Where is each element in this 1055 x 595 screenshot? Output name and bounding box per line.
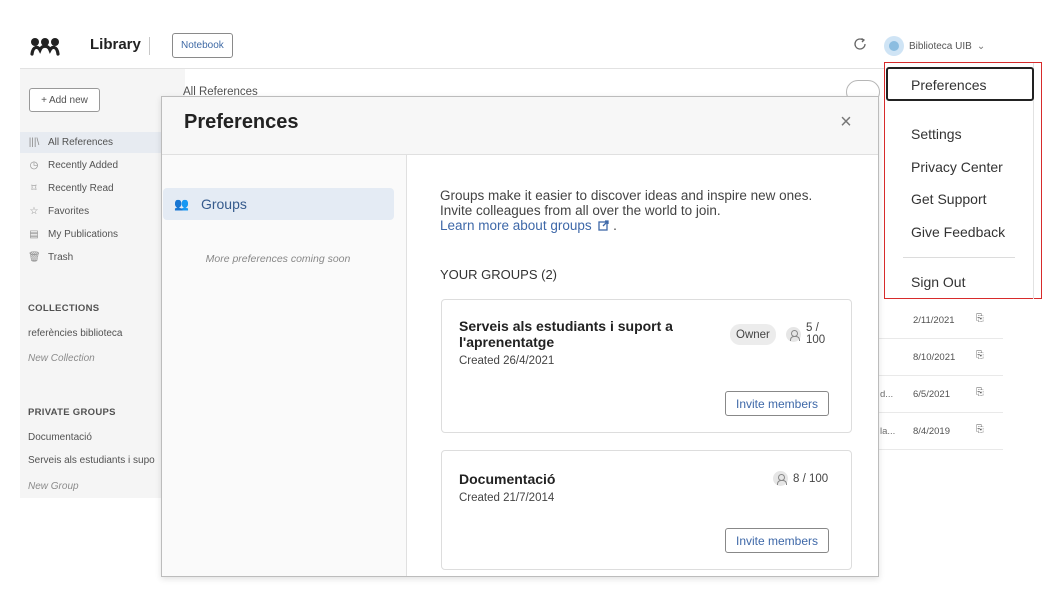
member-count: 8 / 100 xyxy=(773,471,828,486)
dialog-header: Preferences × xyxy=(162,97,878,155)
intro-line: Invite colleagues from all over the worl… xyxy=(440,203,721,218)
menu-divider xyxy=(903,257,1015,258)
tab-label: Groups xyxy=(200,196,247,212)
top-bar: Library Notebook Biblioteca UIB ⌄ xyxy=(20,23,1003,69)
dialog-title: Preferences xyxy=(184,111,299,133)
member-count-value: 8 / 100 xyxy=(793,472,829,485)
period: . xyxy=(613,218,617,233)
menu-item-give-feedback[interactable]: Give Feedback xyxy=(911,224,1005,240)
learn-more-link[interactable]: Learn more about groups xyxy=(440,218,592,233)
group-name: Serveis als estudiants i suport a l'apre… xyxy=(459,318,673,350)
group-created: Created 21/7/2014 xyxy=(459,492,555,504)
users-icon: 👥 xyxy=(174,197,189,211)
external-link-icon[interactable] xyxy=(598,220,610,231)
member-count-value: 5 / 100 xyxy=(806,322,826,346)
groups-panel: Groups make it easier to discover ideas … xyxy=(408,155,878,576)
account-name: Biblioteca UIB xyxy=(909,40,972,52)
user-icon xyxy=(786,326,801,342)
preferences-dialog: Preferences × 👥 Groups More preferences … xyxy=(161,96,879,577)
member-count: 5 / 100 xyxy=(786,322,830,346)
menu-item-settings[interactable]: Settings xyxy=(911,126,962,142)
preferences-nav: 👥 Groups More preferences coming soon xyxy=(162,155,407,576)
intro-line: Groups make it easier to discover ideas … xyxy=(440,188,813,203)
your-groups-heading: YOUR GROUPS (2) xyxy=(440,267,558,282)
close-icon[interactable]: × xyxy=(836,112,856,132)
group-card-documentacio: Documentació Created 21/7/2014 8 / 100 I… xyxy=(441,450,852,570)
account-menu-toggle[interactable]: Biblioteca UIB ⌄ xyxy=(884,35,985,57)
mendeley-logo-icon xyxy=(30,38,60,56)
menu-item-get-support[interactable]: Get Support xyxy=(911,191,987,207)
divider xyxy=(149,37,150,55)
library-title: Library xyxy=(90,36,141,53)
menu-item-privacy-center[interactable]: Privacy Center xyxy=(911,159,1003,175)
avatar xyxy=(884,36,904,56)
notebook-button[interactable]: Notebook xyxy=(172,33,233,58)
invite-members-button[interactable]: Invite members xyxy=(725,391,830,416)
group-card-serveis: Serveis als estudiants i suport a l'apre… xyxy=(441,299,852,433)
tab-groups[interactable]: 👥 Groups xyxy=(163,188,394,220)
group-name: Documentació xyxy=(459,471,556,487)
owner-badge: Owner xyxy=(730,324,776,345)
sync-icon[interactable] xyxy=(852,36,868,52)
menu-item-sign-out[interactable]: Sign Out xyxy=(911,274,965,290)
group-created: Created 26/4/2021 xyxy=(459,355,555,367)
chevron-down-icon: ⌄ xyxy=(976,40,986,52)
invite-members-button[interactable]: Invite members xyxy=(725,528,830,553)
account-dropdown-menu: Preferences Settings Privacy Center Get … xyxy=(884,62,1042,299)
groups-intro: Groups make it easier to discover ideas … xyxy=(440,188,860,233)
coming-soon-note: More preferences coming soon xyxy=(205,253,351,265)
menu-item-preferences-label[interactable]: Preferences xyxy=(911,77,986,93)
user-icon xyxy=(773,471,788,486)
